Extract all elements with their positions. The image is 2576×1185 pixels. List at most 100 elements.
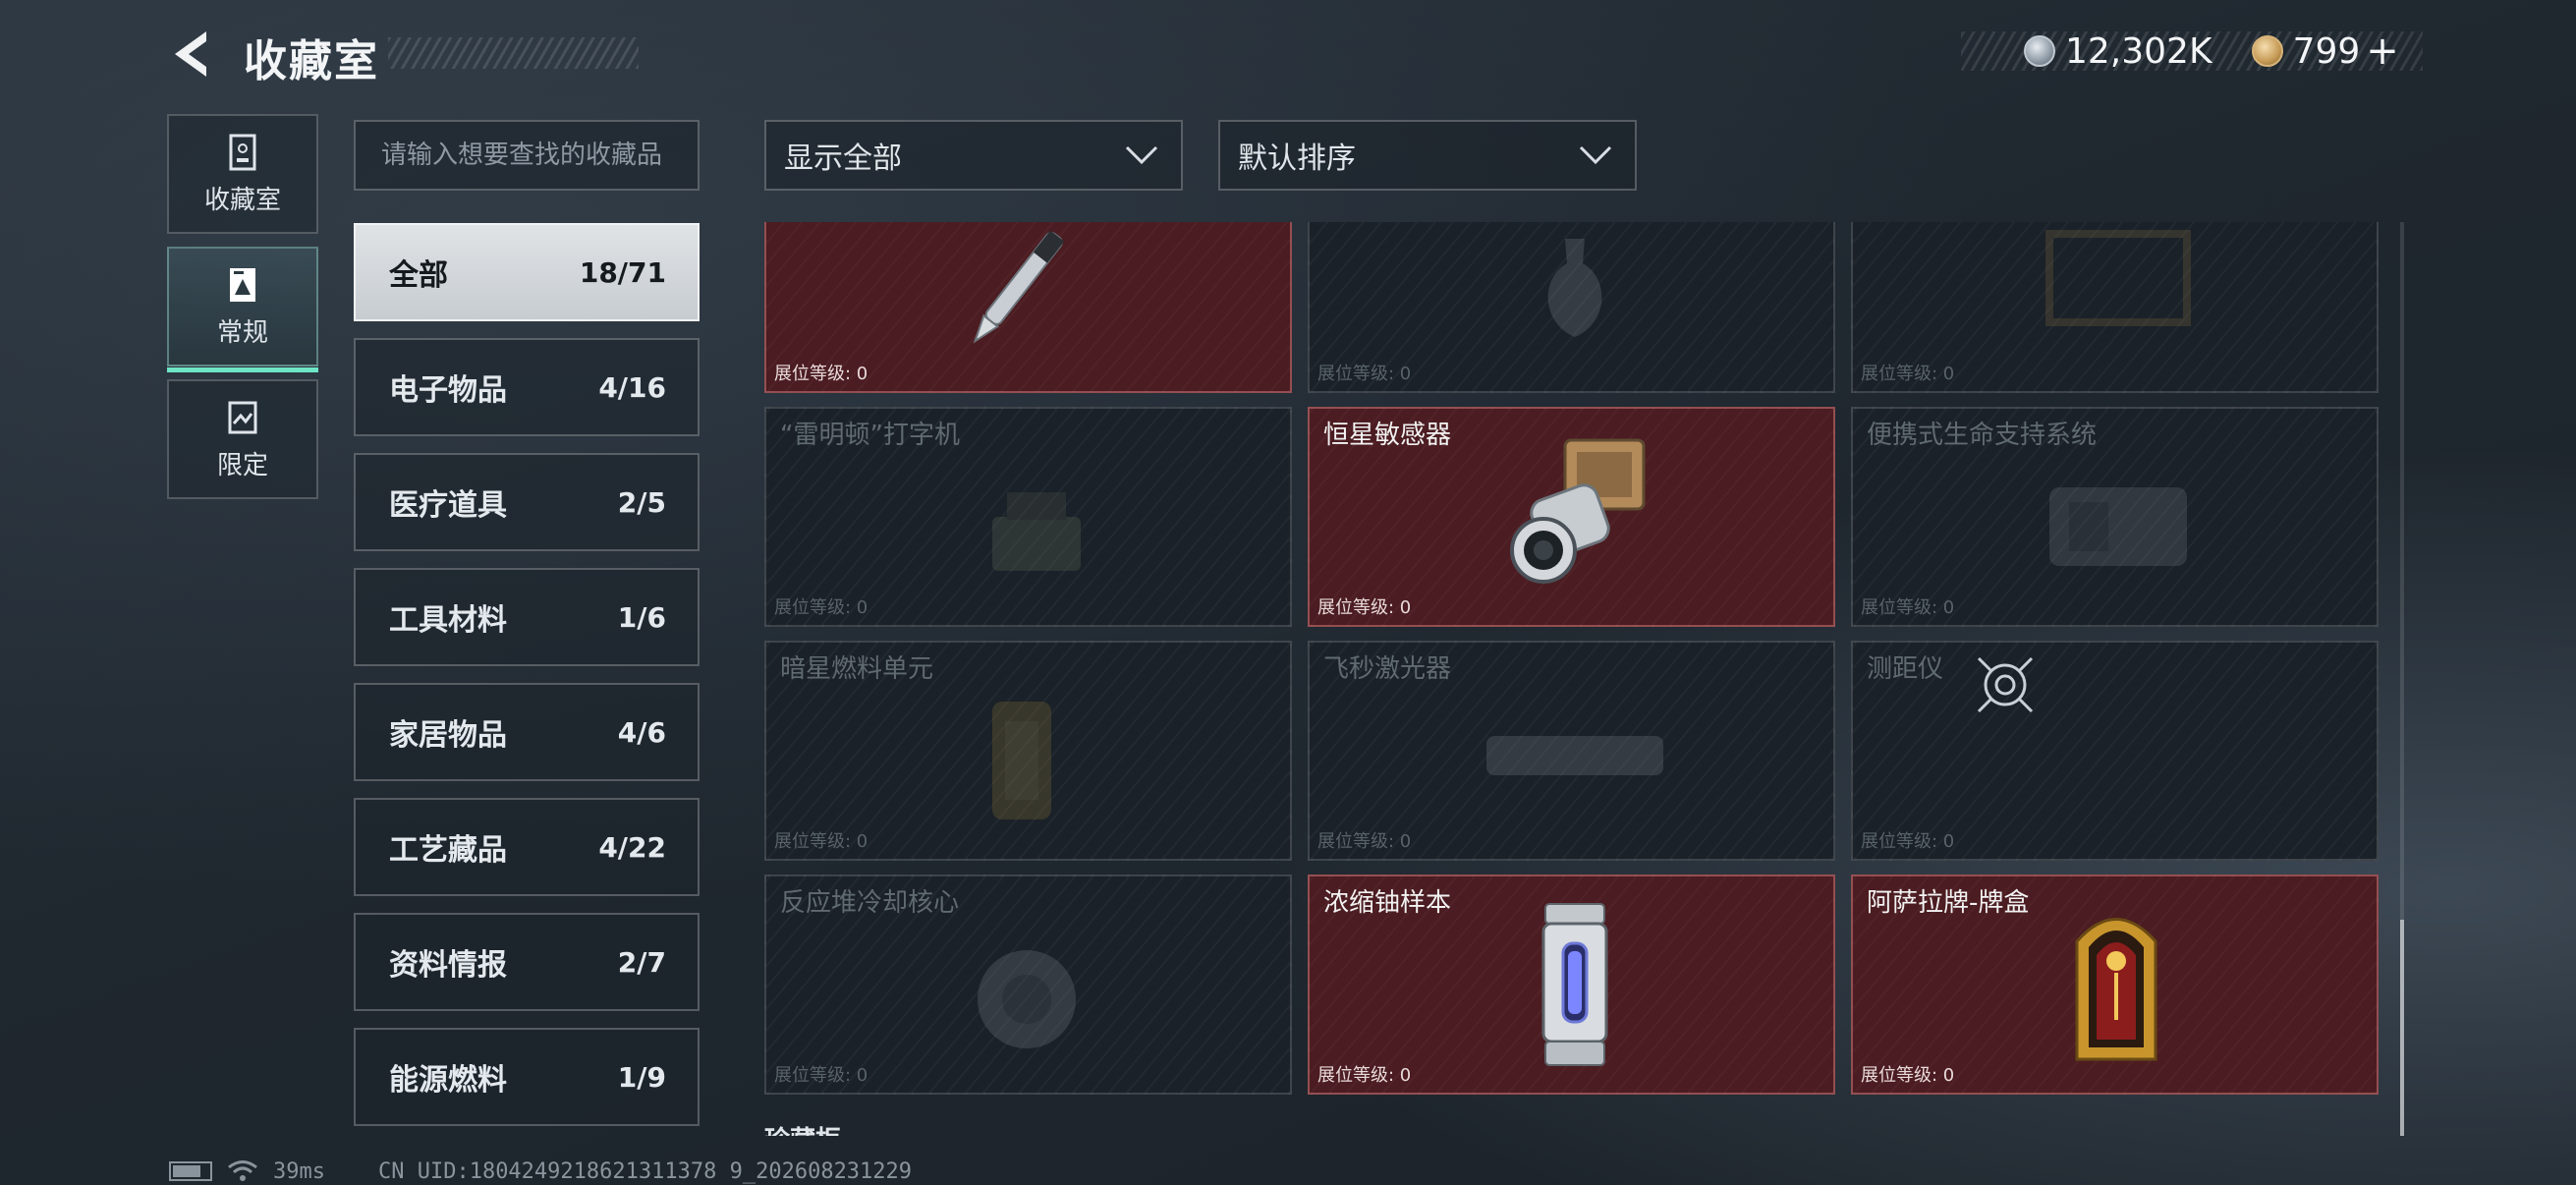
back-button[interactable] (167, 28, 216, 81)
filter-value: 显示全部 (784, 141, 902, 176)
regular-icon (230, 267, 255, 302)
silver-amount: 12,302K (2065, 30, 2212, 72)
category-all[interactable]: 全部 18/71 (354, 223, 700, 321)
category-label: 工具材料 (389, 603, 507, 638)
collection-card[interactable]: 测距仪 展位等级: 0 (1851, 641, 2379, 861)
booth-level: 展位等级: 0 (1861, 1065, 1955, 1086)
title-decoration (388, 37, 639, 69)
collection-card[interactable]: 暗星燃料单元 展位等级: 0 (764, 641, 1292, 861)
limited-icon (228, 401, 257, 433)
gold-amount: 799 (2292, 30, 2361, 72)
nav-tab-regular[interactable]: 常规 (167, 247, 318, 372)
category-label: 医疗道具 (389, 488, 507, 523)
category-count: 4/6 (617, 715, 666, 749)
rangefinder-icon (1977, 656, 2034, 713)
nav-tab-collection-room[interactable]: 收藏室 (167, 114, 318, 234)
nav-tab-label: 常规 (216, 317, 268, 348)
star-sensor-icon (1510, 438, 1646, 584)
chevron-down-icon (1579, 145, 1612, 165)
booth-level: 展位等级: 0 (1317, 1065, 1412, 1086)
search-input[interactable] (381, 141, 698, 170)
category-crafts[interactable]: 工艺藏品 4/22 (354, 798, 700, 896)
fuel-cell-icon (992, 702, 1051, 819)
page-title: 收藏室 (244, 36, 379, 86)
scroll-thumb[interactable] (2400, 920, 2404, 1136)
booth-level: 展位等级: 0 (1317, 597, 1412, 618)
category-count: 2/5 (617, 485, 666, 519)
silver-currency: 12,302K (2024, 31, 2238, 72)
section-header-peek: 珍藏柜 (764, 1120, 961, 1136)
pen-icon (973, 230, 1065, 344)
collection-card[interactable]: 浓缩铀样本 展位等级: 0 (1308, 875, 1835, 1095)
collection-card[interactable]: 便携式生命支持系统 展位等级: 0 (1851, 407, 2379, 627)
category-label: 资料情报 (389, 948, 507, 983)
collection-card[interactable]: “雷明顿”打字机 展位等级: 0 (764, 407, 1292, 627)
booth-level: 展位等级: 0 (774, 364, 868, 384)
card-box-icon (2075, 918, 2157, 1061)
nav-tab-limited[interactable]: 限定 (167, 379, 318, 499)
ping-value: 39ms (273, 1158, 325, 1184)
booth-level: 展位等级: 0 (774, 597, 868, 618)
category-count: 4/16 (598, 370, 666, 404)
status-footer: 39ms CN UID:1804249218621311378 9_202608… (169, 1157, 912, 1185)
category-household[interactable]: 家居物品 4/6 (354, 683, 700, 781)
collection-card[interactable]: 反应堆冷却核心 展位等级: 0 (764, 875, 1292, 1095)
category-energy[interactable]: 能源燃料 1/9 (354, 1028, 700, 1126)
currency-bar: 12,302K 799 + (1961, 28, 2423, 74)
silver-coin-icon (2024, 35, 2055, 67)
category-count: 1/9 (617, 1060, 666, 1094)
gold-coin-icon (2251, 35, 2283, 67)
battery-icon (169, 1161, 212, 1181)
item-name: 暗星燃料单元 (780, 654, 934, 684)
gold-currency[interactable]: 799 + (2251, 28, 2399, 74)
category-count: 2/7 (617, 945, 666, 979)
booth-level: 展位等级: 0 (1861, 831, 1955, 852)
category-electronics[interactable]: 电子物品 4/16 (354, 338, 700, 436)
user-uid: CN UID:1804249218621311378 9_20260823122… (377, 1158, 913, 1184)
item-name: “雷明顿”打字机 (780, 421, 960, 450)
item-name: 便携式生命支持系统 (1867, 421, 2098, 450)
filter-dropdown[interactable]: 显示全部 (764, 120, 1183, 191)
booth-level: 展位等级: 0 (1861, 597, 1955, 618)
life-support-icon (2049, 487, 2187, 566)
booth-level: 展位等级: 0 (1317, 831, 1412, 852)
collection-card[interactable]: 展位等级: 0 (764, 222, 1292, 393)
item-name: 测距仪 (1867, 654, 1944, 684)
nav-tab-label: 限定 (216, 450, 268, 480)
collection-card[interactable]: 飞秒激光器 展位等级: 0 (1308, 641, 1835, 861)
category-label: 电子物品 (389, 373, 507, 408)
category-count: 4/22 (598, 830, 666, 864)
frame-icon (2045, 230, 2191, 326)
collection-grid[interactable]: 展位等级: 0 展位等级: 0 展位等级: 0 “雷明顿”打字机 展位等级: 0… (764, 222, 2380, 1136)
reactor-core-icon (978, 950, 1076, 1048)
laser-icon (1486, 736, 1663, 775)
category-label: 工艺藏品 (389, 833, 507, 868)
sort-dropdown[interactable]: 默认排序 (1218, 120, 1637, 191)
category-tools[interactable]: 工具材料 1/6 (354, 568, 700, 666)
collection-card[interactable]: 展位等级: 0 (1851, 222, 2379, 393)
collection-room-icon (229, 134, 256, 170)
uranium-sample-icon (1541, 903, 1608, 1066)
collection-card[interactable]: 恒星敏感器 展位等级: 0 (1308, 407, 1835, 627)
vase-icon (1547, 239, 1602, 337)
category-medical[interactable]: 医疗道具 2/5 (354, 453, 700, 551)
booth-level: 展位等级: 0 (1317, 364, 1412, 384)
search-box[interactable] (354, 120, 700, 191)
booth-level: 展位等级: 0 (1861, 364, 1955, 384)
category-intel[interactable]: 资料情报 2/7 (354, 913, 700, 1011)
wifi-icon (228, 1160, 257, 1181)
category-label: 能源燃料 (389, 1063, 507, 1098)
item-name: 浓缩铀样本 (1323, 888, 1452, 918)
back-arrow-icon (175, 31, 206, 77)
category-count: 1/6 (617, 600, 666, 634)
item-name: 飞秒激光器 (1323, 654, 1452, 684)
collection-card[interactable]: 展位等级: 0 (1308, 222, 1835, 393)
item-name: 恒星敏感器 (1323, 421, 1452, 450)
grid-scrollbar[interactable] (2400, 222, 2404, 1136)
item-name: 反应堆冷却核心 (780, 888, 960, 918)
add-currency-button[interactable]: + (2366, 28, 2399, 74)
category-count: 18/71 (579, 255, 666, 289)
collection-card[interactable]: 阿萨拉牌-牌盒 展位等级: 0 (1851, 875, 2379, 1095)
booth-level: 展位等级: 0 (774, 831, 868, 852)
typewriter-icon (992, 492, 1081, 571)
